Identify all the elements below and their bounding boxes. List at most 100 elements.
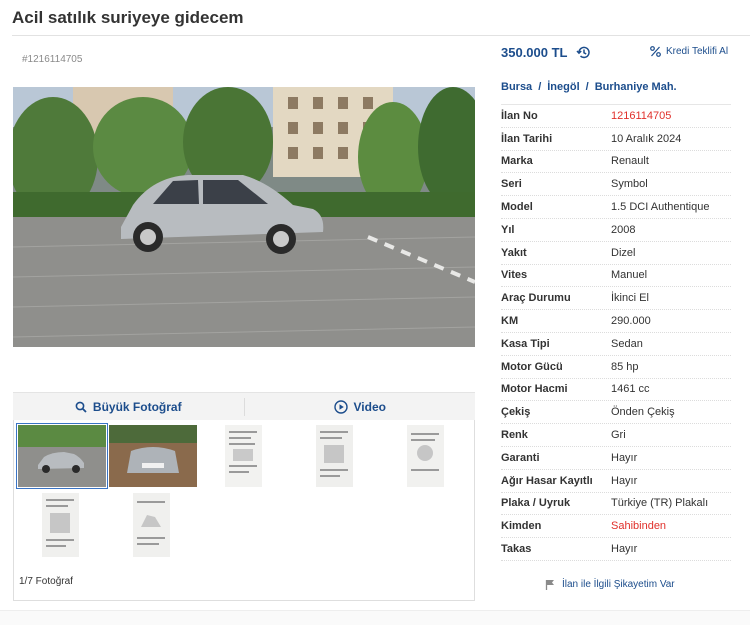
breadcrumb-separator: / xyxy=(585,81,589,93)
ad-number: #1216114705 xyxy=(22,54,83,65)
detail-row: Çekiş Önden Çekiş xyxy=(501,401,731,425)
detail-value: 290.000 xyxy=(611,315,651,328)
detail-row: Renk Gri xyxy=(501,424,731,447)
detail-key: Renk xyxy=(501,429,528,442)
flag-icon xyxy=(545,580,554,590)
detail-value: Renault xyxy=(611,155,649,168)
thumbnail-document xyxy=(42,493,79,557)
breadcrumb-neighborhood[interactable]: Burhaniye Mah. xyxy=(595,81,677,93)
detail-value: Hayır xyxy=(611,474,638,487)
detail-row: Seri Symbol xyxy=(501,173,731,197)
thumbnail-gallery: 1/7 Fotoğraf xyxy=(13,420,475,601)
detail-value: Sahibinden xyxy=(611,520,667,533)
search-icon xyxy=(75,401,87,413)
history-icon[interactable] xyxy=(575,45,591,60)
thumbnail-6[interactable] xyxy=(42,493,79,557)
video-label: Video xyxy=(353,399,386,414)
detail-key: Çekiş xyxy=(501,406,531,419)
thumbnail-4[interactable] xyxy=(316,425,353,487)
detail-row: Model 1.5 DCI Authentique xyxy=(501,196,731,219)
credit-offer-label: Kredi Teklifi Al xyxy=(666,46,729,57)
detail-value: 1.5 DCI Authentique xyxy=(611,201,710,214)
thumbnail-document xyxy=(407,425,444,487)
detail-value: 1216114705 xyxy=(611,109,672,122)
complaint-link[interactable]: İlan ile İlgili Şikayetim Var xyxy=(545,579,675,590)
complaint-label: İlan ile İlgili Şikayetim Var xyxy=(562,579,675,590)
bottom-action-bar xyxy=(0,610,750,625)
detail-value: Manuel xyxy=(611,269,648,282)
detail-value: 1461 cc xyxy=(611,383,650,396)
detail-key: Motor Gücü xyxy=(501,360,563,373)
play-icon xyxy=(333,399,348,414)
detail-key: Garanti xyxy=(501,451,540,464)
thumbnail-document xyxy=(316,425,353,487)
detail-row: Takas Hayır xyxy=(501,538,731,561)
price-value: 350.000 TL xyxy=(501,45,568,60)
detail-row: Motor Hacmi 1461 cc xyxy=(501,379,731,402)
detail-value: Türkiye (TR) Plakalı xyxy=(611,497,709,510)
detail-row: Yıl 2008 xyxy=(501,219,731,242)
detail-value: 85 hp xyxy=(611,360,639,373)
thumbnail-document xyxy=(225,425,262,487)
listing-details: İlan No 1216114705 İlan Tarihi 10 Aralık 20… xyxy=(501,104,731,561)
detail-row: Motor Gücü 85 hp xyxy=(501,356,731,379)
detail-key: İlan No xyxy=(501,109,538,122)
detail-value: Önden Çekiş xyxy=(611,406,675,419)
detail-key: Model xyxy=(501,201,533,214)
detail-key: Motor Hacmi xyxy=(501,383,568,396)
price-block: 350.000 TL xyxy=(501,45,591,60)
detail-row: İlan No 1216114705 xyxy=(501,105,731,128)
media-tabs: Büyük Fotoğraf Video xyxy=(13,392,475,420)
big-photo-button[interactable]: Büyük Fotoğraf xyxy=(13,393,244,420)
breadcrumb: Bursa / İnegöl / Burhaniye Mah. xyxy=(501,81,677,93)
detail-value: Symbol xyxy=(611,178,648,191)
detail-value: Hayır xyxy=(611,543,638,556)
big-photo-label: Büyük Fotoğraf xyxy=(92,399,182,414)
detail-value: İkinci El xyxy=(611,292,649,305)
detail-key: KM xyxy=(501,315,519,328)
detail-value: 2008 xyxy=(611,223,636,236)
detail-key: Marka xyxy=(501,155,533,168)
thumbnail-7[interactable] xyxy=(133,493,170,557)
video-button[interactable]: Video xyxy=(245,393,476,420)
detail-row: Plaka / Uyruk Türkiye (TR) Plakalı xyxy=(501,493,731,516)
main-photo[interactable] xyxy=(13,87,475,347)
thumbnail-car-rear xyxy=(109,425,197,487)
detail-key: Plaka / Uyruk xyxy=(501,497,571,510)
detail-row: Kasa Tipi Sedan xyxy=(501,333,731,356)
thumbnail-5[interactable] xyxy=(407,425,444,487)
detail-row: Ağır Hasar Kayıtlı Hayır xyxy=(501,470,731,493)
detail-key: Ağır Hasar Kayıtlı xyxy=(501,474,593,487)
detail-row: KM 290.000 xyxy=(501,310,731,333)
page-title: Acil satılık suriyeye gidecem xyxy=(12,8,244,27)
car-photo-illustration xyxy=(13,87,475,347)
detail-key: Vites xyxy=(501,269,528,282)
thumbnail-car-side xyxy=(18,425,106,487)
detail-key: Kasa Tipi xyxy=(501,337,550,350)
detail-row: Vites Manuel xyxy=(501,265,731,288)
detail-value: Gri xyxy=(611,429,626,442)
thumbnail-1[interactable] xyxy=(16,423,108,489)
thumbnail-document xyxy=(133,493,170,557)
photo-count: 1/7 Fotoğraf xyxy=(19,576,73,587)
thumbnail-3[interactable] xyxy=(225,425,262,487)
detail-value: Dizel xyxy=(611,246,636,259)
detail-key: Araç Durumu xyxy=(501,292,571,305)
detail-row: Araç Durumu İkinci El xyxy=(501,287,731,311)
breadcrumb-district[interactable]: İnegöl xyxy=(547,81,579,93)
detail-row: Kimden Sahibinden xyxy=(501,515,731,539)
detail-row: Yakıt Dizel xyxy=(501,242,731,265)
detail-value: 10 Aralık 2024 xyxy=(611,132,682,145)
title-divider xyxy=(12,35,750,36)
breadcrumb-city[interactable]: Bursa xyxy=(501,81,532,93)
breadcrumb-separator: / xyxy=(538,81,542,93)
detail-row: Garanti Hayır xyxy=(501,447,731,470)
detail-key: Kimden xyxy=(501,520,542,533)
detail-key: İlan Tarihi xyxy=(501,132,553,145)
detail-key: Seri xyxy=(501,178,522,191)
percent-icon xyxy=(650,46,661,57)
detail-key: Yakıt xyxy=(501,246,527,259)
credit-offer-link[interactable]: Kredi Teklifi Al xyxy=(650,46,728,57)
thumbnail-2[interactable] xyxy=(109,425,197,487)
detail-row: Marka Renault xyxy=(501,151,731,174)
